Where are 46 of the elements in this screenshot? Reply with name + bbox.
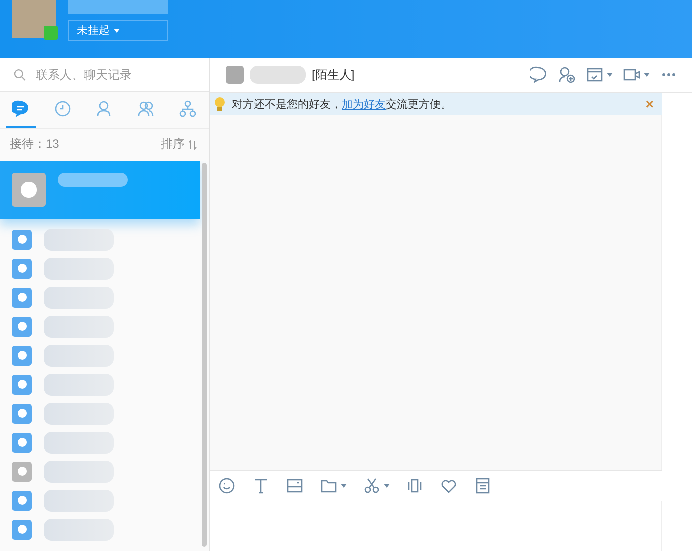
vibrate-icon[interactable] [406,477,424,495]
sort-icon [189,140,197,150]
lightbulb-icon [214,96,226,112]
blurred-name [44,402,114,424]
blurred-name [44,286,114,308]
friend-notice: 对方还不是您的好友，加为好友交流更方便。 [232,98,452,112]
scissors-icon[interactable] [363,477,381,495]
contact-avatar-icon [226,66,244,84]
person-icon[interactable] [95,100,114,118]
blurred-name [44,316,114,338]
smiley-icon[interactable] [218,477,236,495]
contact-item[interactable] [0,161,200,219]
caret-icon[interactable] [607,73,613,77]
add-friend-link[interactable]: 加为好友 [342,98,386,110]
hierarchy-icon[interactable] [179,100,198,118]
text-format-icon[interactable] [252,477,270,495]
blurred-name [44,432,114,454]
chat-bubble-icon[interactable] [12,100,30,118]
blurred-name [250,66,306,84]
people-icon[interactable] [137,100,156,118]
stranger-tag: [陌生人] [312,66,355,84]
reception-count: 接待：13 [10,136,60,153]
caret-icon[interactable] [644,73,650,77]
blurred-name [44,490,114,512]
blurred-name [44,374,114,396]
task-icon[interactable] [586,66,604,84]
caret-icon[interactable] [341,484,347,488]
image-icon[interactable] [286,477,304,495]
status-dropdown[interactable]: 未挂起 [68,20,168,41]
blurred-name [44,460,114,482]
search-field[interactable]: 联系人、聊天记录 [34,66,195,82]
add-person-icon[interactable] [558,66,576,84]
blurred-name [58,173,128,187]
blurred-name [44,344,114,366]
chat-bubble-icon[interactable] [530,66,548,84]
search-icon [14,68,26,80]
caret-icon[interactable] [384,484,390,488]
sort-button[interactable]: 排序 [161,136,197,153]
calendar-icon[interactable] [474,477,492,495]
blurred-name [44,228,114,250]
blurred-name [44,258,114,280]
blurred-name [44,518,114,540]
search-bar[interactable]: 联系人、聊天记录 [0,58,209,92]
close-button[interactable]: × [646,96,654,112]
heart-icon[interactable] [440,477,458,495]
clock-icon[interactable] [54,100,72,118]
